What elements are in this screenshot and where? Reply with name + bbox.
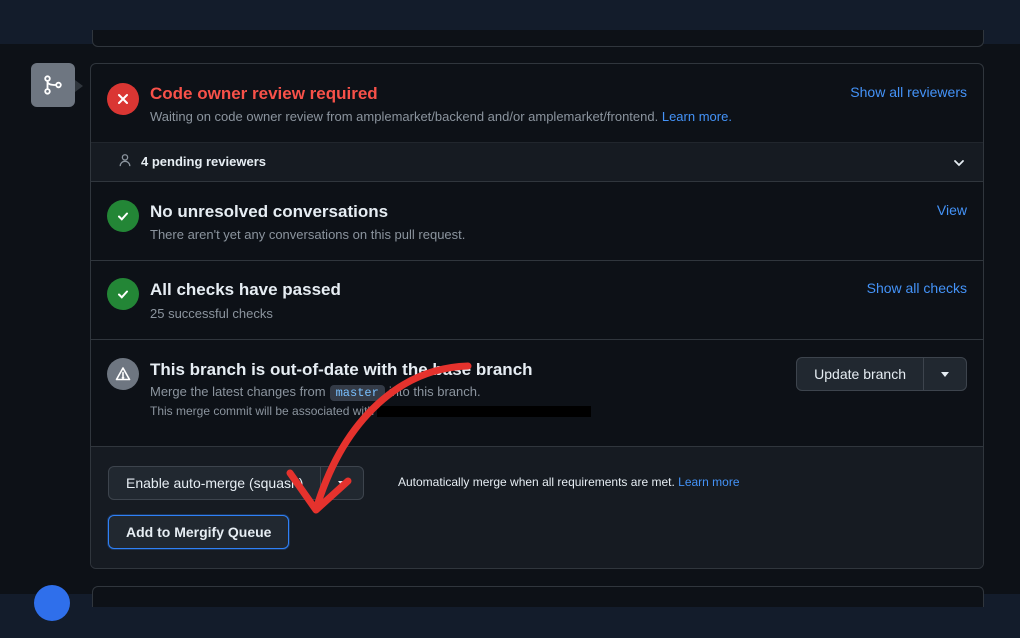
show-all-reviewers-link[interactable]: Show all reviewers	[850, 84, 967, 100]
redacted-text	[377, 406, 592, 418]
auto-merge-button-group: Enable auto-merge (squash)	[108, 466, 365, 500]
branch-description: Merge the latest changes from master into …	[150, 384, 481, 401]
conversations-title: No unresolved conversations	[150, 202, 389, 221]
person-icon	[118, 153, 132, 172]
merge-actions-section: Enable auto-merge (squash) Automatically…	[91, 447, 983, 568]
caret-down-icon	[941, 371, 949, 377]
previous-timeline-card	[92, 30, 984, 47]
next-timeline-card	[92, 586, 984, 607]
enable-auto-merge-button[interactable]: Enable auto-merge (squash)	[109, 467, 320, 499]
x-circle-icon	[107, 83, 139, 115]
show-all-checks-link[interactable]: Show all checks	[867, 280, 967, 296]
branch-title: This branch is out-of-date with the base…	[150, 360, 533, 379]
caret-down-icon	[338, 480, 347, 486]
git-merge-icon	[31, 63, 83, 107]
base-branch-ref: master	[329, 385, 385, 401]
review-description: Waiting on code owner review from amplem…	[150, 109, 732, 124]
merge-status-panel: Code owner review required Waiting on co…	[90, 63, 984, 569]
alert-triangle-icon	[107, 358, 139, 390]
add-to-mergify-queue-button[interactable]: Add to Mergify Queue	[108, 515, 290, 549]
auto-merge-learn-more-link[interactable]: Learn more	[678, 475, 739, 489]
check-circle-icon	[107, 200, 139, 232]
out-of-date-branch-section: This branch is out-of-date with the base…	[91, 340, 983, 447]
checks-title: All checks have passed	[150, 280, 341, 299]
branch-desc-suffix: into this branch.	[388, 384, 481, 399]
auto-merge-note-text: Automatically merge when all requirement…	[398, 475, 675, 489]
review-description-text: Waiting on code owner review from amplem…	[150, 109, 659, 124]
checks-description: 25 successful checks	[150, 306, 273, 321]
pending-reviewers-label: 4 pending reviewers	[141, 154, 266, 169]
update-branch-button[interactable]: Update branch	[797, 358, 923, 390]
code-owner-review-section: Code owner review required Waiting on co…	[91, 64, 983, 142]
branch-desc-prefix: Merge the latest changes from	[150, 384, 326, 399]
update-branch-button-group: Update branch	[796, 357, 967, 391]
review-learn-more-link[interactable]: Learn more.	[662, 109, 732, 124]
pending-reviewers-row[interactable]: 4 pending reviewers	[91, 142, 983, 182]
view-conversations-link[interactable]: View	[937, 202, 967, 218]
conversations-description: There aren't yet any conversations on th…	[150, 227, 466, 242]
conversations-section: No unresolved conversations There aren't…	[91, 181, 983, 261]
check-circle-icon	[107, 278, 139, 310]
checks-section: All checks have passed 25 successful che…	[91, 261, 983, 340]
auto-merge-note: Automatically merge when all requirement…	[398, 475, 740, 489]
auto-merge-dropdown[interactable]	[320, 467, 363, 499]
merge-commit-note: This merge commit will be associated wit…	[150, 404, 592, 418]
chevron-down-icon[interactable]	[953, 156, 965, 174]
avatar	[34, 585, 70, 621]
merge-commit-note-text: This merge commit will be associated wit…	[150, 404, 375, 418]
update-branch-dropdown[interactable]	[923, 358, 966, 390]
review-title: Code owner review required	[150, 84, 378, 103]
